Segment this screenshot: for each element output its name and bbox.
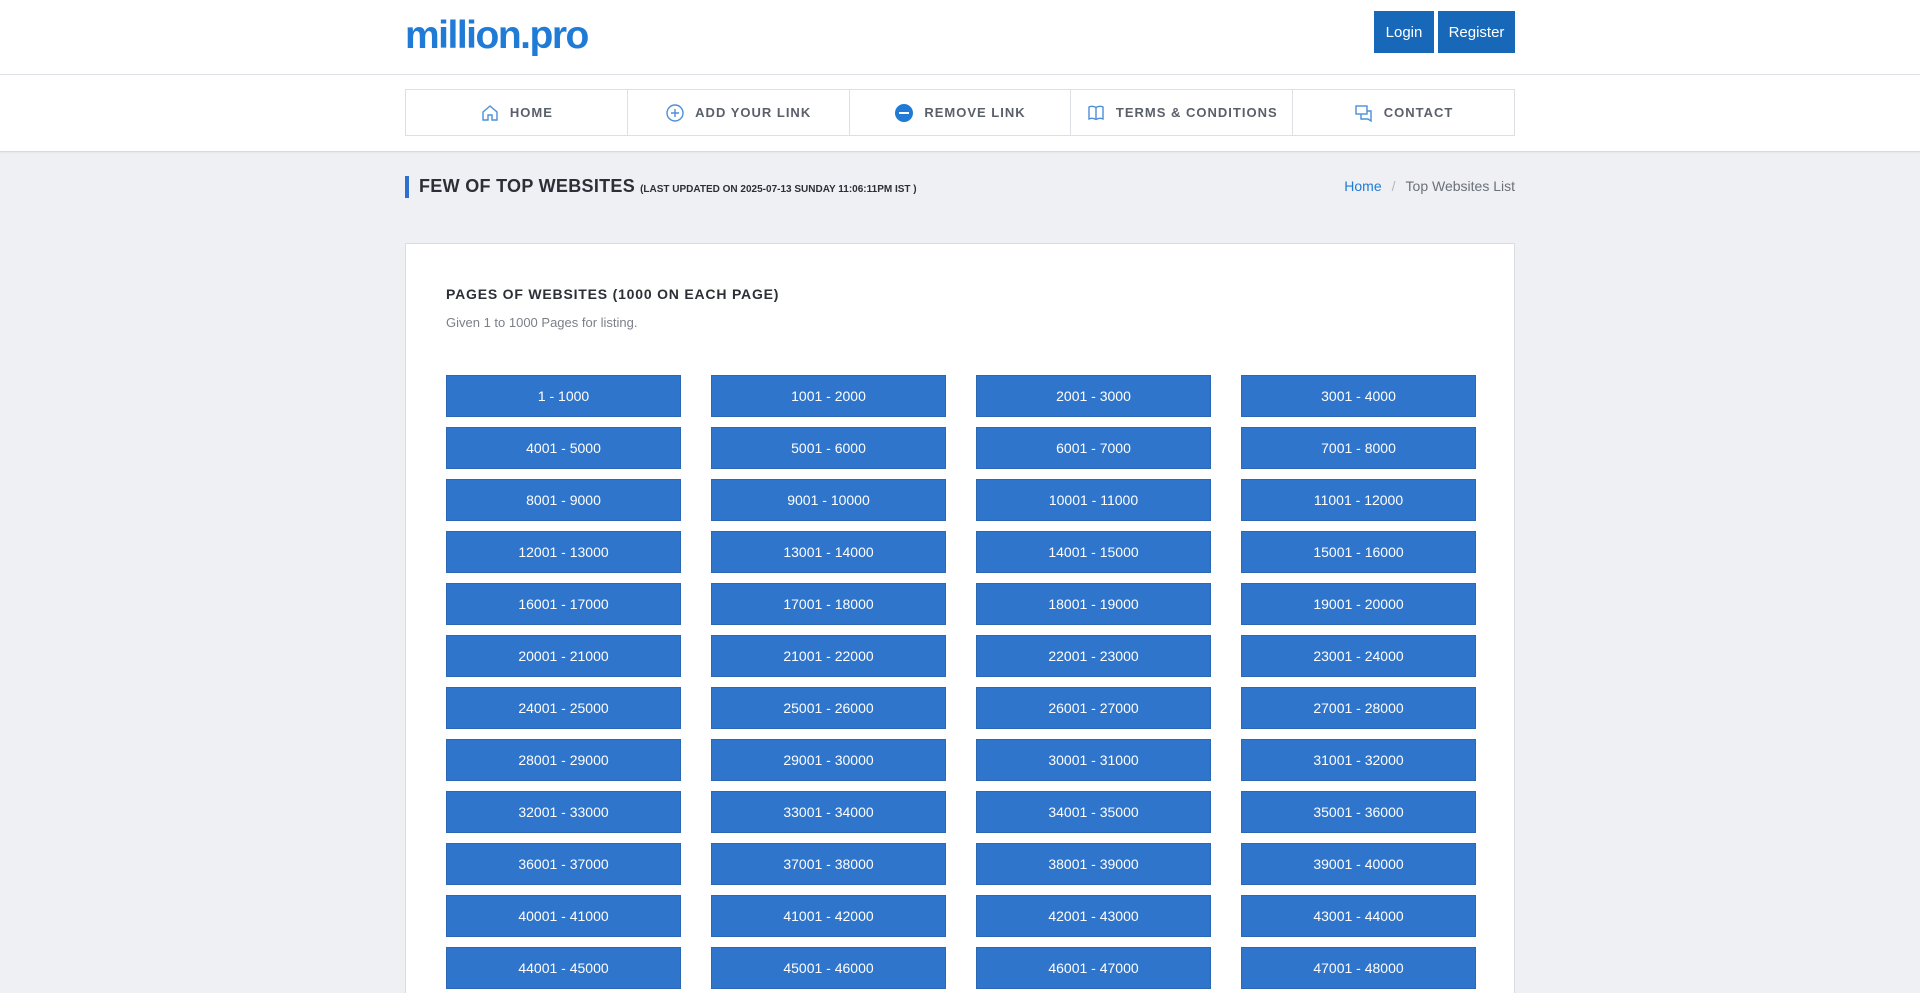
register-button[interactable]: Register (1438, 11, 1515, 53)
range-button[interactable]: 29001 - 30000 (711, 739, 946, 781)
nav-menu: HOME ADD YOUR LINK REMOVE LINK TERMS & C… (405, 89, 1515, 136)
range-button[interactable]: 39001 - 40000 (1241, 843, 1476, 885)
card-title: PAGES OF WEBSITES (1000 ON EACH PAGE) (446, 286, 780, 302)
nav-item-remove-link[interactable]: REMOVE LINK (850, 90, 1072, 135)
range-button[interactable]: 14001 - 15000 (976, 531, 1211, 573)
range-button[interactable]: 11001 - 12000 (1241, 479, 1476, 521)
card-subtitle: Given 1 to 1000 Pages for listing. (446, 315, 638, 330)
range-button[interactable]: 19001 - 20000 (1241, 583, 1476, 625)
nav-label-contact: CONTACT (1383, 105, 1454, 120)
range-button[interactable]: 17001 - 18000 (711, 583, 946, 625)
range-button[interactable]: 45001 - 46000 (711, 947, 946, 989)
site-logo[interactable]: million.pro (405, 14, 589, 58)
book-icon (1086, 103, 1106, 123)
range-button[interactable]: 43001 - 44000 (1241, 895, 1476, 937)
range-button[interactable]: 4001 - 5000 (446, 427, 681, 469)
range-button[interactable]: 31001 - 32000 (1241, 739, 1476, 781)
range-button[interactable]: 24001 - 25000 (446, 687, 681, 729)
range-button[interactable]: 2001 - 3000 (976, 375, 1211, 417)
nav-item-home[interactable]: HOME (406, 90, 628, 135)
nav-label-home: HOME (509, 105, 553, 120)
range-button[interactable]: 27001 - 28000 (1241, 687, 1476, 729)
range-button[interactable]: 36001 - 37000 (446, 843, 681, 885)
range-button[interactable]: 12001 - 13000 (446, 531, 681, 573)
range-button[interactable]: 25001 - 26000 (711, 687, 946, 729)
range-button[interactable]: 47001 - 48000 (1241, 947, 1476, 989)
range-button[interactable]: 6001 - 7000 (976, 427, 1211, 469)
nav-item-add-link[interactable]: ADD YOUR LINK (628, 90, 850, 135)
chat-icon (1354, 103, 1374, 123)
breadcrumb: Home / Top Websites List (1344, 178, 1515, 194)
top-header: million.pro Login Register (0, 0, 1920, 75)
range-button[interactable]: 7001 - 8000 (1241, 427, 1476, 469)
range-button[interactable]: 23001 - 24000 (1241, 635, 1476, 677)
range-button-grid: 1 - 1000 1001 - 2000 2001 - 3000 3001 - 400… (446, 375, 1476, 989)
range-button[interactable]: 32001 - 33000 (446, 791, 681, 833)
nav-item-contact[interactable]: CONTACT (1293, 90, 1514, 135)
range-button[interactable]: 13001 - 14000 (711, 531, 946, 573)
range-button[interactable]: 30001 - 31000 (976, 739, 1211, 781)
range-button[interactable]: 18001 - 19000 (976, 583, 1211, 625)
range-button[interactable]: 20001 - 21000 (446, 635, 681, 677)
page-heading: FEW OF TOP WEBSITES (LAST UPDATED ON 202… (405, 176, 917, 198)
range-button[interactable]: 1001 - 2000 (711, 375, 946, 417)
main-navbar: HOME ADD YOUR LINK REMOVE LINK TERMS & C… (0, 75, 1920, 152)
range-button[interactable]: 42001 - 43000 (976, 895, 1211, 937)
last-updated-text: (LAST UPDATED ON 2025-07-13 SUNDAY 11:06… (640, 184, 917, 195)
range-button[interactable]: 8001 - 9000 (446, 479, 681, 521)
range-button[interactable]: 21001 - 22000 (711, 635, 946, 677)
range-button[interactable]: 44001 - 45000 (446, 947, 681, 989)
range-button[interactable]: 37001 - 38000 (711, 843, 946, 885)
range-button[interactable]: 15001 - 16000 (1241, 531, 1476, 573)
range-button[interactable]: 5001 - 6000 (711, 427, 946, 469)
range-button[interactable]: 35001 - 36000 (1241, 791, 1476, 833)
range-button[interactable]: 33001 - 34000 (711, 791, 946, 833)
range-button[interactable]: 40001 - 41000 (446, 895, 681, 937)
range-button[interactable]: 9001 - 10000 (711, 479, 946, 521)
range-button[interactable]: 34001 - 35000 (976, 791, 1211, 833)
nav-label-add-link: ADD YOUR LINK (695, 105, 812, 120)
login-button[interactable]: Login (1374, 11, 1434, 53)
nav-item-terms[interactable]: TERMS & CONDITIONS (1071, 90, 1294, 135)
minus-circle-icon (894, 103, 914, 123)
range-button[interactable]: 28001 - 29000 (446, 739, 681, 781)
home-icon (480, 103, 500, 123)
breadcrumb-separator: / (1391, 178, 1396, 194)
page-title: FEW OF TOP WEBSITES (419, 176, 636, 196)
range-button[interactable]: 16001 - 17000 (446, 583, 681, 625)
range-button[interactable]: 1 - 1000 (446, 375, 681, 417)
breadcrumb-current: Top Websites List (1405, 178, 1515, 194)
range-button[interactable]: 10001 - 11000 (976, 479, 1211, 521)
range-button[interactable]: 26001 - 27000 (976, 687, 1211, 729)
breadcrumb-home-link[interactable]: Home (1344, 178, 1381, 194)
nav-label-terms: TERMS & CONDITIONS (1115, 105, 1278, 120)
range-button[interactable]: 38001 - 39000 (976, 843, 1211, 885)
plus-circle-icon (665, 103, 685, 123)
range-button[interactable]: 22001 - 23000 (976, 635, 1211, 677)
range-button[interactable]: 41001 - 42000 (711, 895, 946, 937)
range-button[interactable]: 3001 - 4000 (1241, 375, 1476, 417)
pages-card: PAGES OF WEBSITES (1000 ON EACH PAGE) Gi… (405, 243, 1515, 993)
nav-label-remove-link: REMOVE LINK (924, 105, 1026, 120)
range-button[interactable]: 46001 - 47000 (976, 947, 1211, 989)
